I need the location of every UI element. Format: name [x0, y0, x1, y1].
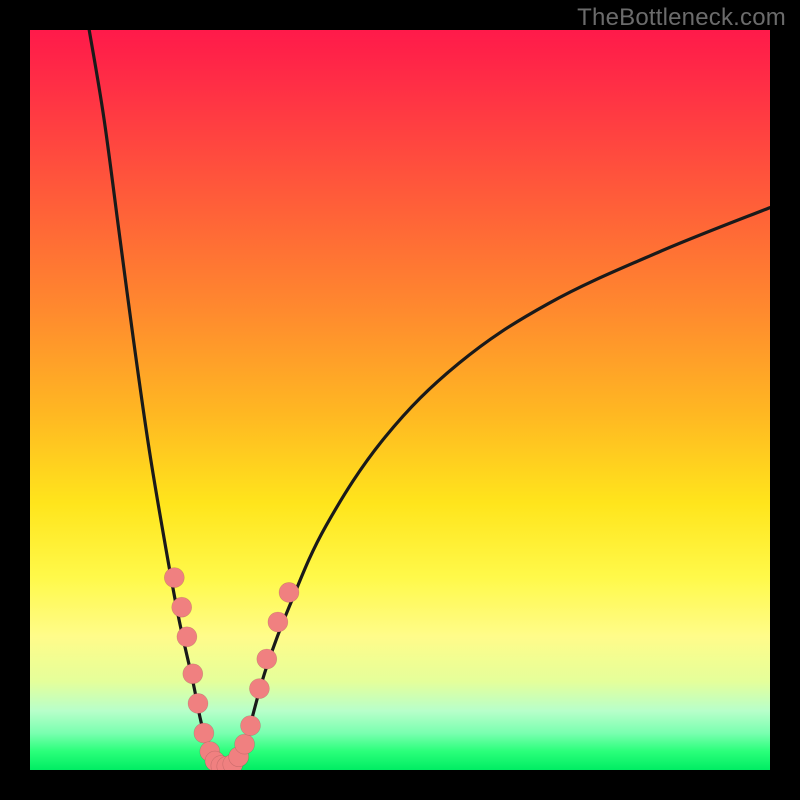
highlight-dot [249, 679, 269, 699]
watermark-text: TheBottleneck.com [577, 4, 786, 32]
highlight-dot [268, 612, 288, 632]
highlight-dot [183, 664, 203, 684]
right-bottleneck-curve [237, 208, 770, 770]
page-root: TheBottleneck.com [0, 0, 800, 800]
left-bottleneck-curve [89, 30, 215, 770]
highlight-dot [188, 693, 208, 713]
highlight-dot [172, 597, 192, 617]
highlight-dot [279, 582, 299, 602]
highlight-dot [257, 649, 277, 669]
highlight-dots [164, 568, 299, 770]
highlight-dot [194, 723, 214, 743]
highlight-dot [235, 734, 255, 754]
chart-area [30, 30, 770, 770]
highlight-dot [241, 716, 261, 736]
highlight-dot [177, 627, 197, 647]
chart-svg [30, 30, 770, 770]
highlight-dot [164, 568, 184, 588]
